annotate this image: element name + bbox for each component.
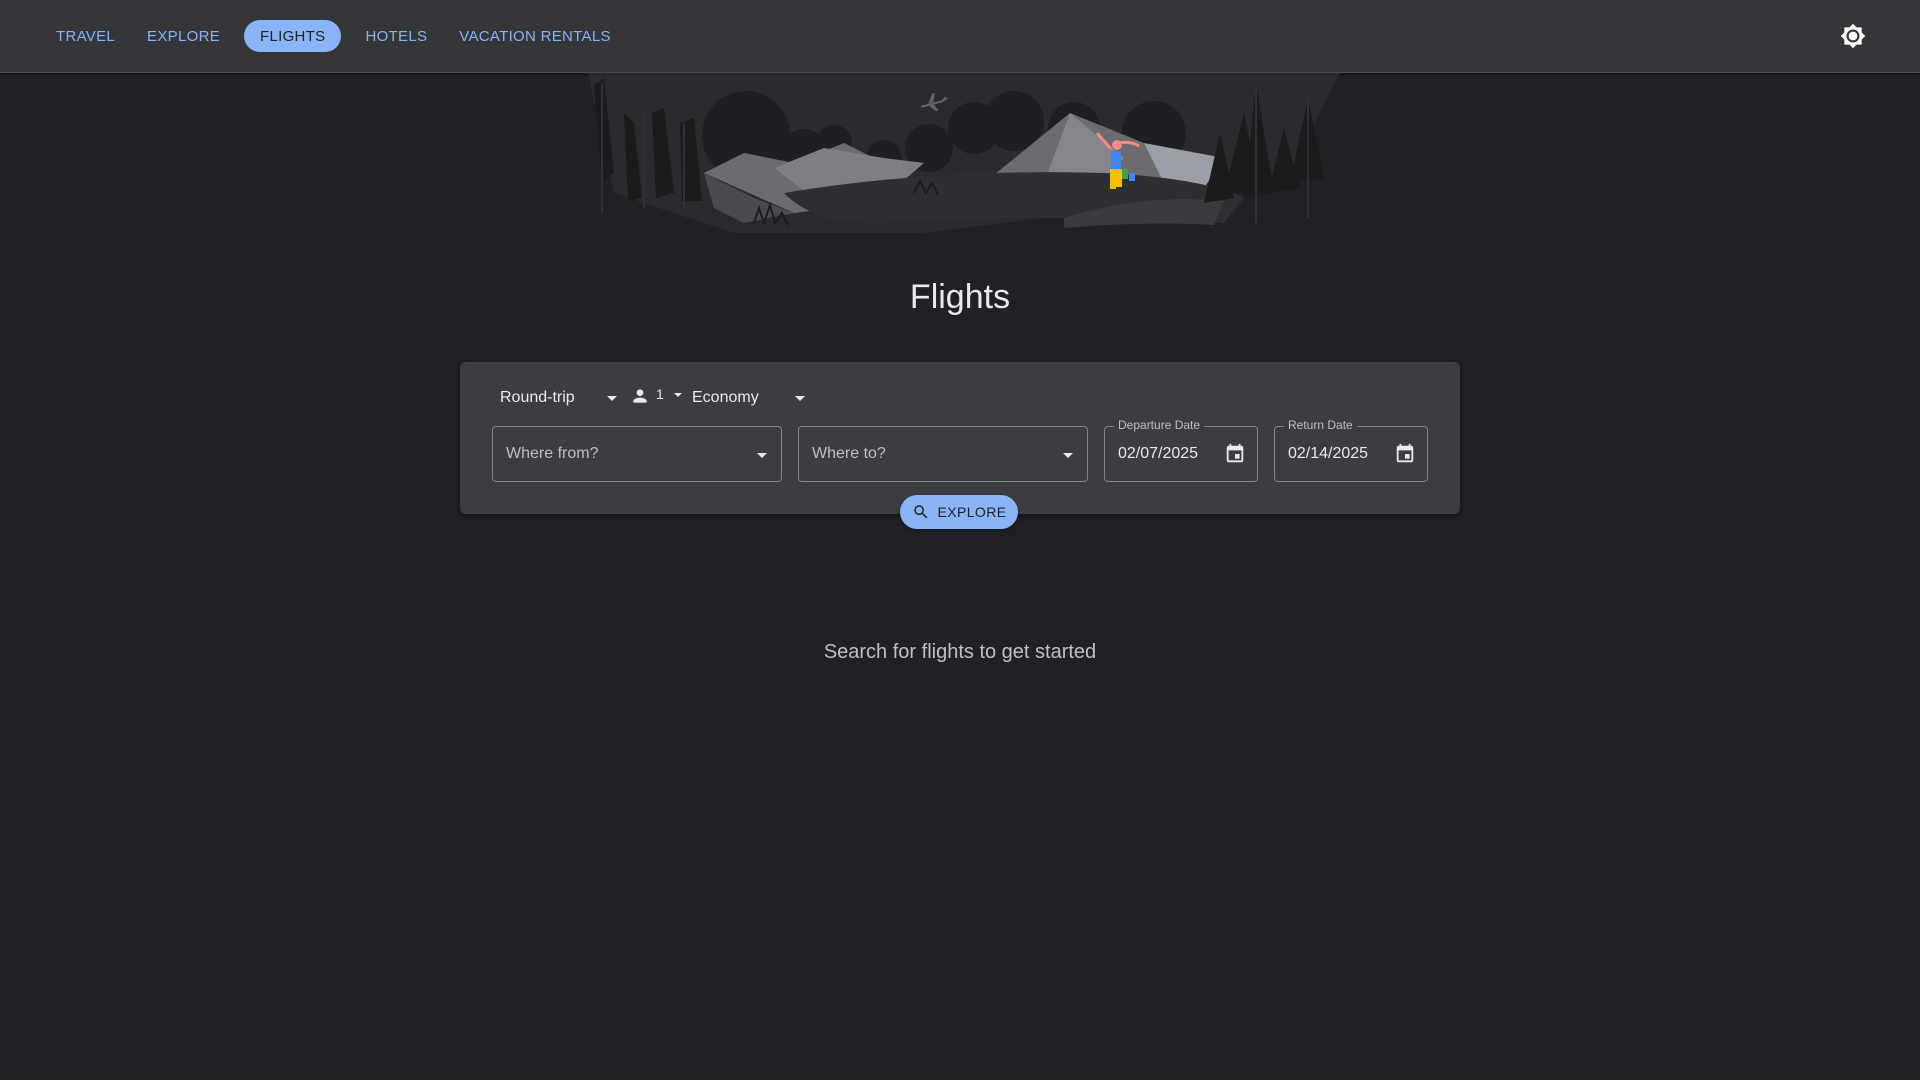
departure-date-label: Departure Date: [1114, 418, 1205, 432]
page-title: Flights: [909, 278, 1011, 316]
nav-tab-flights[interactable]: FLIGHTS: [244, 20, 342, 52]
top-app-bar: TRAVEL EXPLORE FLIGHTS HOTELS VACATION R…: [0, 0, 1920, 73]
return-date-value: 02/14/2025: [1288, 445, 1369, 462]
cabin-class-value: Economy: [692, 389, 759, 406]
return-date-label: Return Date: [1284, 418, 1357, 432]
main-nav: TRAVEL EXPLORE FLIGHTS HOTELS VACATION R…: [40, 20, 627, 52]
return-date-field[interactable]: Return Date 02/14/2025: [1274, 418, 1428, 482]
passenger-count-select[interactable]: 1: [628, 382, 684, 414]
nav-tab-hotels[interactable]: HOTELS: [349, 20, 443, 52]
nav-tab-vacation-rentals[interactable]: VACATION RENTALS: [443, 20, 627, 52]
explore-button[interactable]: EXPLORE: [900, 495, 1018, 529]
chevron-down-icon: [795, 396, 805, 401]
brightness-icon[interactable]: [1840, 23, 1866, 49]
departure-date-field[interactable]: Departure Date 02/07/2025: [1104, 418, 1258, 482]
explore-button-label: EXPLORE: [937, 504, 1007, 520]
destination-input[interactable]: Where to?: [798, 426, 1088, 482]
nav-tab-travel[interactable]: TRAVEL: [40, 20, 131, 52]
passenger-count-value: 1: [656, 386, 664, 402]
search-icon: [913, 505, 927, 519]
hero-illustration: [584, 73, 1340, 238]
chevron-down-icon[interactable]: [757, 453, 767, 458]
cabin-class-select[interactable]: Economy: [692, 382, 822, 414]
origin-input[interactable]: Where from?: [492, 426, 782, 482]
nav-tab-explore[interactable]: EXPLORE: [131, 20, 236, 52]
chevron-down-icon[interactable]: [1063, 453, 1073, 458]
trip-type-select[interactable]: Round-trip: [500, 382, 628, 414]
chevron-down-icon: [607, 396, 617, 401]
chevron-down-icon: [674, 393, 682, 397]
calendar-icon[interactable]: [1224, 443, 1246, 465]
departure-date-value: 02/07/2025: [1118, 445, 1199, 462]
trip-type-value: Round-trip: [500, 389, 575, 406]
origin-placeholder: Where from?: [506, 445, 599, 462]
flight-search-card: Round-trip 1 Economy Where from? Where t…: [460, 362, 1460, 514]
empty-state-message: Search for flights to get started: [823, 641, 1097, 663]
person-icon: [633, 389, 647, 403]
destination-placeholder: Where to?: [812, 445, 886, 462]
calendar-icon[interactable]: [1394, 443, 1416, 465]
